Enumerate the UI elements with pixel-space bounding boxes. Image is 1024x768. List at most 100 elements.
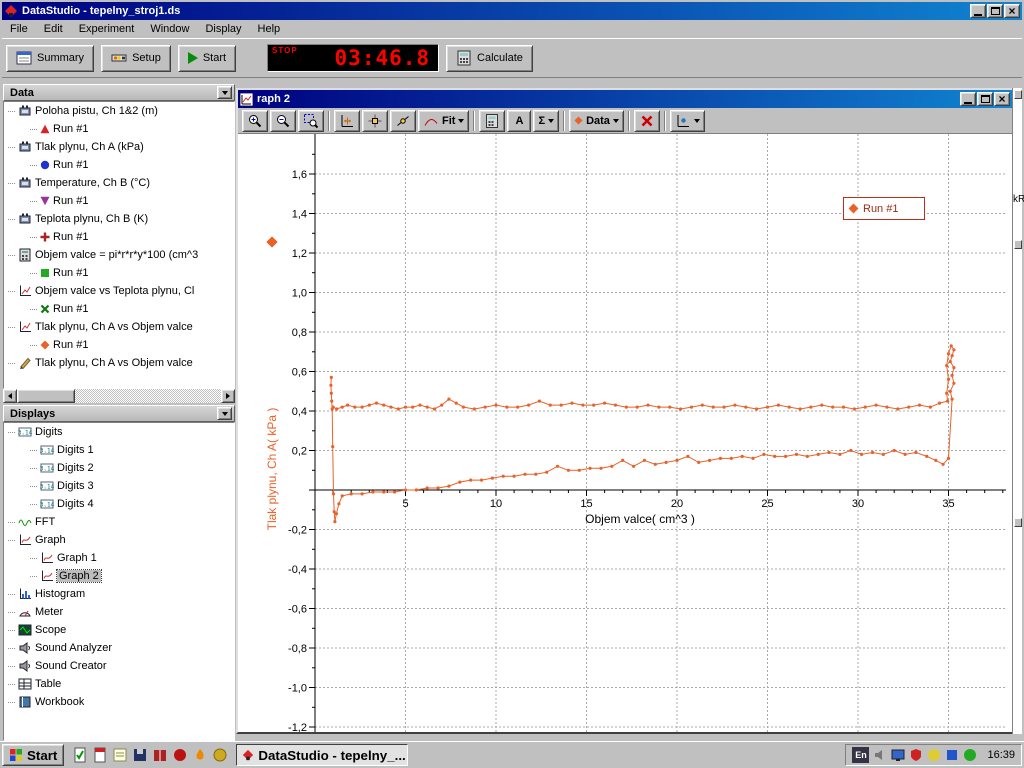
legend[interactable]: Run #1 xyxy=(843,197,925,220)
displays-item-histogram[interactable]: Histogram xyxy=(4,585,234,603)
displays-item-table[interactable]: Table xyxy=(4,675,234,693)
maximize-button[interactable] xyxy=(987,4,1003,18)
text-tool-button[interactable]: A xyxy=(507,110,531,132)
displays-item-graph-1[interactable]: Graph 1 xyxy=(4,549,234,567)
zoom-select-button[interactable] xyxy=(298,110,324,132)
monitor-icon[interactable] xyxy=(890,747,906,763)
data-run-item[interactable]: Run #1 xyxy=(4,336,234,354)
data-source-item[interactable]: Tlak plynu, Ch A (kPa) xyxy=(4,138,234,156)
displays-item-digits-3[interactable]: 3.14Digits 3 xyxy=(4,477,234,495)
data-source-item[interactable]: Objem valce = pi*r*r*y*100 (cm^3 xyxy=(4,246,234,264)
background-button-fragment[interactable] xyxy=(1014,90,1022,99)
menu-help[interactable]: Help xyxy=(250,21,289,37)
displays-item-graph-2[interactable]: Graph 2 xyxy=(4,567,234,585)
green-badge-icon[interactable] xyxy=(962,747,978,763)
data-panel-dropdown-button[interactable] xyxy=(217,86,232,99)
menu-file[interactable]: File xyxy=(2,21,36,37)
setup-button[interactable]: Setup xyxy=(101,45,171,72)
start-menu-button[interactable]: Start xyxy=(2,744,64,766)
hscroll-thumb[interactable] xyxy=(17,389,75,403)
displays-item-digits-4[interactable]: 3.14Digits 4 xyxy=(4,495,234,513)
red-document-icon[interactable] xyxy=(91,746,109,764)
volume-icon[interactable] xyxy=(872,747,888,763)
menu-experiment[interactable]: Experiment xyxy=(71,21,143,37)
data-run-item[interactable]: Run #1 xyxy=(4,120,234,138)
notes-icon[interactable] xyxy=(111,746,129,764)
zoom-in-button[interactable] xyxy=(242,110,268,132)
language-indicator[interactable]: En xyxy=(852,747,869,763)
delete-button[interactable] xyxy=(634,110,660,132)
yellow-badge-icon[interactable] xyxy=(926,747,942,763)
minimize-button[interactable] xyxy=(970,4,986,18)
graph-maximize-button[interactable] xyxy=(977,92,993,106)
scroll-left-button[interactable] xyxy=(3,389,17,403)
summary-icon xyxy=(16,50,32,66)
taskbar: Start DataStudio - tepelny_... En 16:39 xyxy=(0,741,1024,768)
data-run-item[interactable]: Run #1 xyxy=(4,300,234,318)
displays-item-digits-2[interactable]: 3.14Digits 2 xyxy=(4,459,234,477)
fit-menu-button[interactable]: Fit xyxy=(418,110,469,132)
scale-to-fit-button[interactable] xyxy=(334,110,360,132)
digits-icon: 3.14 xyxy=(40,479,54,493)
flame-icon[interactable] xyxy=(191,746,209,764)
data-source-item[interactable]: Tlak plynu, Ch A vs Objem valce xyxy=(4,354,234,372)
calculate-button[interactable]: Calculate xyxy=(446,45,533,72)
data-source-item[interactable]: Objem valce vs Teplota plynu, Cl xyxy=(4,282,234,300)
blue-badge-icon[interactable] xyxy=(944,747,960,763)
fit-menu-button-label: Fit xyxy=(442,115,455,127)
summary-button[interactable]: Summary xyxy=(6,45,94,72)
data-run-item[interactable]: Run #1 xyxy=(4,192,234,210)
red-shield-icon[interactable] xyxy=(908,747,924,763)
digits-icon: 3.14 xyxy=(40,497,54,511)
displays-item-digits-1[interactable]: 3.14Digits 1 xyxy=(4,441,234,459)
axis-settings-button[interactable] xyxy=(670,110,705,132)
statistics-button[interactable]: Σ xyxy=(533,110,559,132)
floppy-icon[interactable] xyxy=(131,746,149,764)
displays-item-fft[interactable]: FFT xyxy=(4,513,234,531)
displays-item-graph[interactable]: Graph xyxy=(4,531,234,549)
data-run-item[interactable]: Run #1 xyxy=(4,264,234,282)
graph-close-button[interactable]: × xyxy=(994,92,1010,106)
data-run-item[interactable]: Run #1 xyxy=(4,228,234,246)
menu-display[interactable]: Display xyxy=(197,21,249,37)
smart-tool-button[interactable] xyxy=(362,110,388,132)
book-icon[interactable] xyxy=(151,746,169,764)
data-source-item[interactable]: Teplota plynu, Ch B (K) xyxy=(4,210,234,228)
graph-minimize-button[interactable] xyxy=(960,92,976,106)
displays-item-sound-creator[interactable]: Sound Creator xyxy=(4,657,234,675)
displays-item-workbook[interactable]: Workbook xyxy=(4,693,234,711)
gold-circle-icon[interactable] xyxy=(211,746,229,764)
displays-panel-title: Displays xyxy=(10,408,217,420)
scroll-right-button[interactable] xyxy=(221,389,235,403)
displays-panel-dropdown-button[interactable] xyxy=(217,407,232,420)
displays-item-meter[interactable]: Meter xyxy=(4,603,234,621)
displays-item-sound-analyzer[interactable]: Sound Analyzer xyxy=(4,639,234,657)
data-source-item[interactable]: Poloha pistu, Ch 1&2 (m) xyxy=(4,102,234,120)
page-check-icon[interactable] xyxy=(71,746,89,764)
data-source-item[interactable]: Tlak plynu, Ch A vs Objem valce xyxy=(4,318,234,336)
graph-window-titlebar[interactable]: raph 2 × xyxy=(238,90,1012,108)
taskbar-window-button[interactable]: DataStudio - tepelny_... xyxy=(236,744,408,766)
data-menu-button[interactable]: Data xyxy=(569,110,624,132)
menu-edit[interactable]: Edit xyxy=(36,21,71,37)
tree-connector xyxy=(30,237,37,238)
taskbar-clock[interactable]: 16:39 xyxy=(981,749,1015,761)
menu-window[interactable]: Window xyxy=(142,21,197,37)
slope-tool-button[interactable] xyxy=(390,110,416,132)
displays-item-digits[interactable]: 3.14Digits xyxy=(4,423,234,441)
plot-area[interactable]: -1,2-1,0-0,8-0,6-0,4-0,20,20,40,60,81,01… xyxy=(238,134,1012,732)
tree-connector xyxy=(8,540,15,541)
data-run-item[interactable]: Run #1 xyxy=(4,156,234,174)
zoom-out-button[interactable] xyxy=(270,110,296,132)
start-button[interactable]: Start xyxy=(178,45,236,72)
data-source-item[interactable]: Temperature, Ch B (°C) xyxy=(4,174,234,192)
displays-item-scope[interactable]: Scope xyxy=(4,621,234,639)
red-circle-icon[interactable] xyxy=(171,746,189,764)
background-scroll-up-button[interactable] xyxy=(1014,240,1022,249)
close-button[interactable]: × xyxy=(1004,4,1020,18)
axis-settings-button-dropdown-arrow xyxy=(694,119,700,123)
calculator-button[interactable] xyxy=(479,110,505,132)
data-panel-hscrollbar[interactable] xyxy=(3,389,235,403)
graph-xy-icon xyxy=(18,284,32,298)
background-scroll-down-button[interactable] xyxy=(1014,518,1022,527)
